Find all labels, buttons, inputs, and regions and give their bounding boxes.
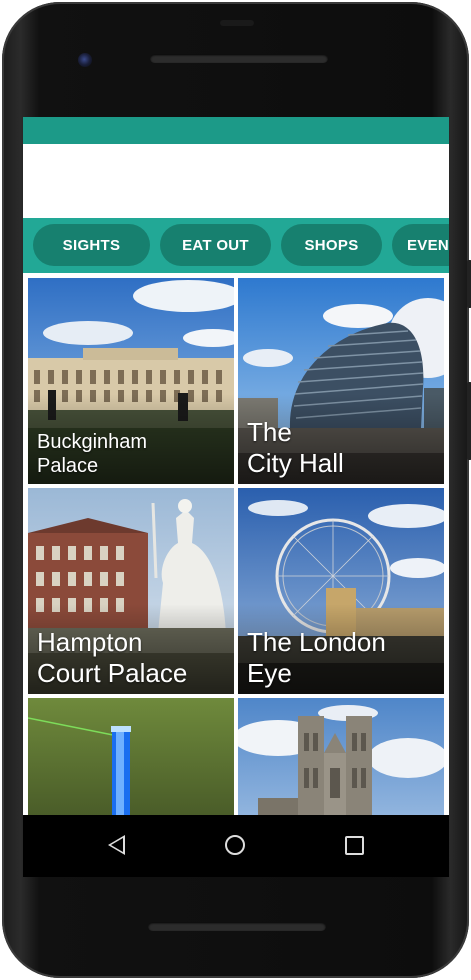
tile-buckingham-palace[interactable]: Buckginham Palace xyxy=(28,278,234,484)
tile-title-line1: The London xyxy=(247,627,386,658)
tile-hampton-court-palace[interactable]: Hampton Court Palace xyxy=(28,488,234,694)
tab-label: EAT OUT xyxy=(182,236,249,254)
tile-label: Buckginham Palace xyxy=(37,431,147,478)
home-icon[interactable] xyxy=(225,835,245,855)
screen: Lost in London SIGHTS EAT OUT SHOPS EVEN… xyxy=(23,117,449,870)
tab-label: SIGHTS xyxy=(62,236,121,254)
tile-title-line1: Buckginham xyxy=(37,431,148,454)
power-button xyxy=(467,260,471,308)
tab-sights[interactable]: SIGHTS xyxy=(33,224,150,266)
tile-title-line2: Court Palace xyxy=(37,657,188,688)
menu-icon[interactable] xyxy=(44,169,66,185)
tab-eat-out[interactable]: EAT OUT xyxy=(160,224,271,266)
tile-london-eye[interactable]: The London Eye xyxy=(238,488,444,694)
tile-title-line1: Hampton xyxy=(37,627,143,658)
tile-title-line2: Eye xyxy=(247,657,292,688)
tile-city-hall[interactable]: The City Hall xyxy=(238,278,444,484)
app-bar: Lost in London xyxy=(23,117,449,218)
more-vert-icon[interactable] xyxy=(417,168,423,190)
app-title: Lost in London xyxy=(108,165,253,190)
recents-icon[interactable] xyxy=(345,836,364,855)
back-icon[interactable] xyxy=(108,835,125,855)
tile-label: The London Eye xyxy=(247,627,386,688)
tile-title-line2: City Hall xyxy=(247,447,344,478)
tab-label: EVENTS xyxy=(407,236,449,254)
search-icon[interactable] xyxy=(370,166,394,190)
tile-label: Hampton Court Palace xyxy=(37,627,187,688)
bottom-speaker xyxy=(148,922,326,931)
volume-button xyxy=(467,382,471,460)
front-camera xyxy=(78,53,92,67)
tab-shops[interactable]: SHOPS xyxy=(281,224,382,266)
earpiece-speaker xyxy=(150,54,328,63)
tile-label: The City Hall xyxy=(247,417,344,478)
tab-label: SHOPS xyxy=(304,236,359,254)
tile-title-line2: Palace xyxy=(37,454,99,477)
system-nav-bar xyxy=(23,815,449,877)
tab-events[interactable]: EVENTS xyxy=(392,224,449,266)
proximity-sensor xyxy=(220,20,254,26)
tile-title-line1: The xyxy=(247,417,292,448)
category-tabs: SIGHTS EAT OUT SHOPS EVENTS xyxy=(23,218,449,273)
